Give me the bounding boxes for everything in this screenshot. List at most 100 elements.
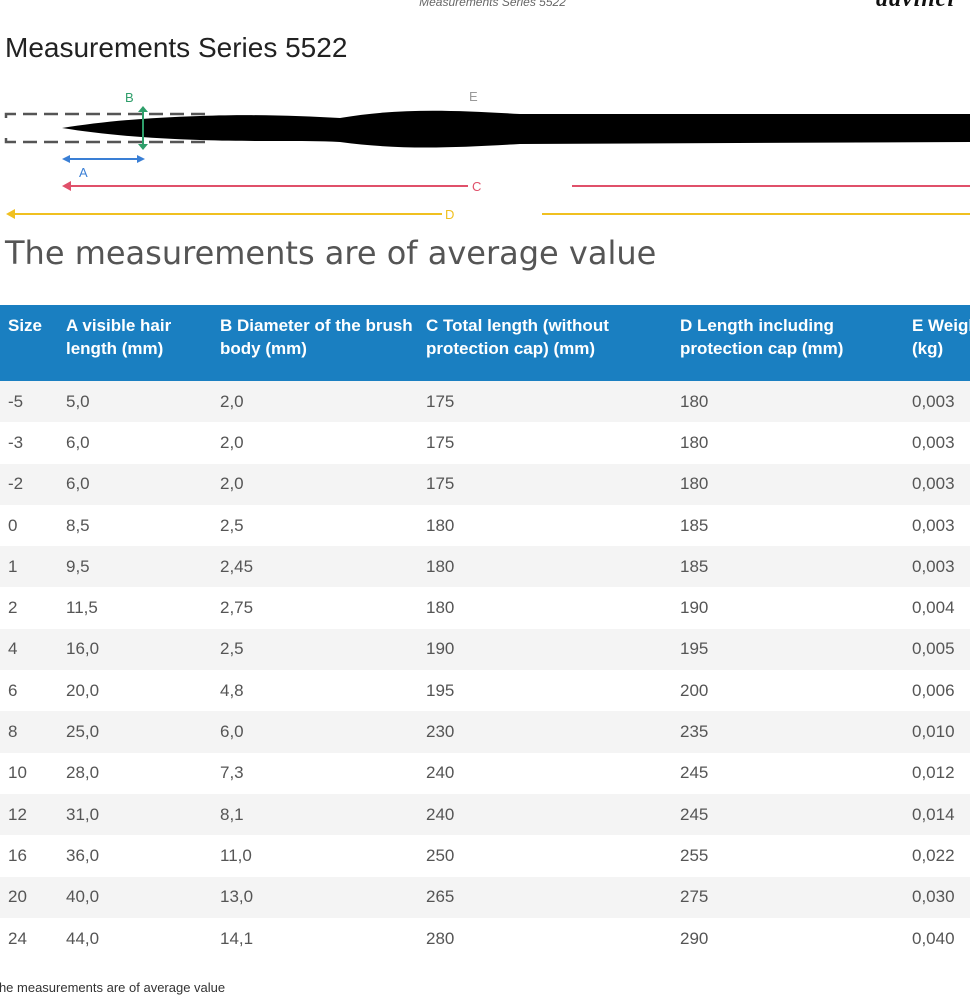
table-cell: -2 — [0, 463, 66, 505]
table-cell: 11,5 — [66, 587, 220, 629]
table-cell: 180 — [426, 504, 680, 547]
table-row: 1 9,5 2,45 180 185 0,003 — [0, 546, 970, 588]
table-cell: 290 — [680, 917, 912, 960]
table-cell: 240 — [426, 793, 680, 836]
label-c: C — [472, 179, 481, 194]
table-cell: 180 — [426, 587, 680, 629]
table-cell: 12 — [0, 793, 66, 836]
table-cell: 200 — [680, 670, 912, 712]
table-cell: 16,0 — [66, 628, 220, 671]
table-cell: 20,0 — [66, 670, 220, 712]
table-body: -5 5,0 2,0 175 180 0,003 -3 6,0 2,0 175 180 0,003 -2… — [0, 381, 970, 960]
table-cell: 36,0 — [66, 835, 220, 877]
table-cell: 6,0 — [220, 711, 426, 753]
table-cell: 0,005 — [912, 628, 970, 671]
table-row: 12 31,0 8,1 240 245 0,014 — [0, 793, 970, 836]
table-cell: 185 — [680, 504, 912, 547]
table-cell: 180 — [426, 546, 680, 588]
table-cell: 0,006 — [912, 670, 970, 712]
table-cell: 180 — [680, 422, 912, 464]
table-cell: 180 — [680, 381, 912, 423]
table-cell: 8,5 — [66, 504, 220, 547]
table-cell: 2,75 — [220, 587, 426, 629]
table-cell: 7,3 — [220, 752, 426, 794]
header-length-with-cap: D Length including protection cap (mm) — [680, 305, 912, 381]
table-cell: 6,0 — [66, 463, 220, 505]
table-cell: 25,0 — [66, 711, 220, 753]
table-cell: 11,0 — [220, 835, 426, 877]
table-cell: 245 — [680, 793, 912, 836]
table-cell: 195 — [426, 670, 680, 712]
table-cell: 6 — [0, 670, 66, 712]
table-row: 10 28,0 7,3 240 245 0,012 — [0, 752, 970, 794]
table-cell: 0,003 — [912, 381, 970, 423]
table-cell: 190 — [426, 628, 680, 671]
table-cell: 6,0 — [66, 422, 220, 464]
table-cell: 16 — [0, 835, 66, 877]
table-cell: 0,014 — [912, 793, 970, 836]
table-cell: 0 — [0, 504, 66, 547]
table-cell: 2,0 — [220, 422, 426, 464]
table-cell: 175 — [426, 381, 680, 423]
header-weight: E Weight (kg) — [912, 305, 970, 381]
table-cell: 1 — [0, 546, 66, 588]
table-cell: 44,0 — [66, 917, 220, 960]
table-cell: 0,003 — [912, 546, 970, 588]
table-row: 20 40,0 13,0 265 275 0,030 — [0, 876, 970, 918]
table-cell: 2 — [0, 587, 66, 629]
table-header-row: Size A visible hair length (mm) B Diamet… — [0, 305, 970, 381]
table-row: 0 8,5 2,5 180 185 0,003 — [0, 504, 970, 547]
measurements-table-container: Size A visible hair length (mm) B Diamet… — [0, 305, 970, 960]
table-cell: 255 — [680, 835, 912, 877]
table-cell: 175 — [426, 422, 680, 464]
table-cell: 0,003 — [912, 422, 970, 464]
table-cell: 180 — [680, 463, 912, 505]
table-cell: 13,0 — [220, 876, 426, 918]
table-cell: 190 — [680, 587, 912, 629]
table-cell: 175 — [426, 463, 680, 505]
brand-logo: davinci — [876, 0, 955, 13]
table-cell: 0,003 — [912, 463, 970, 505]
table-row: 4 16,0 2,5 190 195 0,005 — [0, 628, 970, 671]
table-cell: 235 — [680, 711, 912, 753]
header-visible-hair-length: A visible hair length (mm) — [66, 305, 220, 381]
label-d: D — [445, 207, 454, 222]
table-row: 8 25,0 6,0 230 235 0,010 — [0, 711, 970, 753]
brush-diagram: B A C D E — [4, 89, 970, 222]
table-cell: 0,040 — [912, 917, 970, 960]
label-e: E — [469, 89, 478, 104]
table-cell: 280 — [426, 917, 680, 960]
table-cell: 4 — [0, 628, 66, 671]
table-row: 2 11,5 2,75 180 190 0,004 — [0, 587, 970, 629]
table-cell: 275 — [680, 876, 912, 918]
table-cell: 185 — [680, 546, 912, 588]
table-row: -5 5,0 2,0 175 180 0,003 — [0, 381, 970, 423]
measurements-table: Size A visible hair length (mm) B Diamet… — [0, 305, 970, 960]
header-total-length: C Total length (without protection cap) … — [426, 305, 680, 381]
table-cell: 0,010 — [912, 711, 970, 753]
table-cell: 31,0 — [66, 793, 220, 836]
table-cell: 0,012 — [912, 752, 970, 794]
table-cell: 8 — [0, 711, 66, 753]
table-cell: 2,45 — [220, 546, 426, 588]
table-cell: 2,0 — [220, 381, 426, 423]
table-cell: -3 — [0, 422, 66, 464]
table-cell: 8,1 — [220, 793, 426, 836]
table-cell: 5,0 — [66, 381, 220, 423]
table-cell: 230 — [426, 711, 680, 753]
table-cell: 0,022 — [912, 835, 970, 877]
table-cell: 9,5 — [66, 546, 220, 588]
table-cell: 2,0 — [220, 463, 426, 505]
table-row: 24 44,0 14,1 280 290 0,040 — [0, 917, 970, 960]
table-cell: 4,8 — [220, 670, 426, 712]
subtitle: The measurements are of average value — [5, 234, 657, 272]
table-cell: 10 — [0, 752, 66, 794]
footnote: The measurements are of average value — [0, 980, 226, 995]
table-row: -2 6,0 2,0 175 180 0,003 — [0, 463, 970, 505]
top-caption: Measurements Series 5522 — [419, 0, 566, 9]
label-a: A — [79, 165, 88, 180]
table-cell: 0,030 — [912, 876, 970, 918]
header-brush-body-diameter: B Diameter of the brush body (mm) — [220, 305, 426, 381]
table-cell: 2,5 — [220, 628, 426, 671]
table-cell: 2,5 — [220, 504, 426, 547]
